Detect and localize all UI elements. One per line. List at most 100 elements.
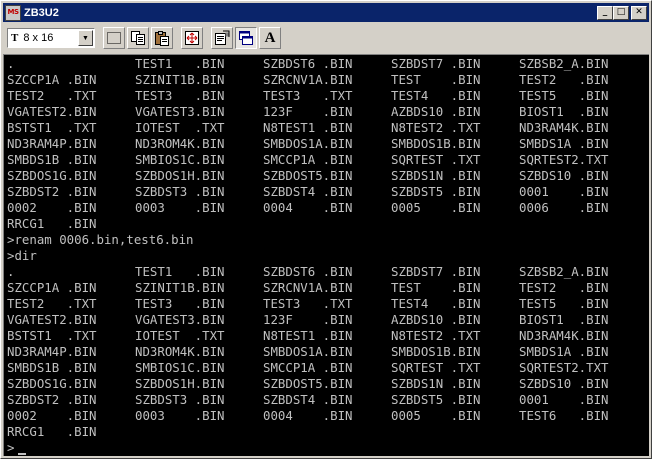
mark-button[interactable] <box>103 27 125 49</box>
console-cell: SMBDS1A .BIN <box>519 344 609 359</box>
console-cell: SMBDS1B .BIN <box>7 360 97 375</box>
console-cell: 0004 .BIN <box>263 200 353 215</box>
console-cell: TEST4 .BIN <box>391 88 481 103</box>
app-icon[interactable]: MS <box>5 4 21 21</box>
fullscreen-button[interactable] <box>181 27 203 49</box>
console-cell: SMBIOS1C.BIN <box>135 152 225 167</box>
maximize-button[interactable]: □ <box>613 5 629 20</box>
console-cell: BIOST1 .BIN <box>519 312 609 327</box>
console-cell: SZBDS1N .BIN <box>391 376 481 391</box>
console-cell: SZBSB2_A.BIN <box>519 264 609 279</box>
console-line: VGATEST2.BIN VGATEST3.BIN 123F .BIN AZBDS10… <box>7 312 647 328</box>
console-cell: IOTEST .TXT <box>135 120 225 135</box>
console-cell: >renam 0006.bin,test6.bin <box>7 232 194 247</box>
console-cell: IOTEST .TXT <box>135 328 225 343</box>
console-line: BSTST1 .TXT IOTEST .TXT N8TEST1 .BIN N8TEST… <box>7 328 647 344</box>
copy-button[interactable] <box>127 27 149 49</box>
console-cell: SZBDS10 .BIN <box>519 376 609 391</box>
console-cell: SZRCNV1A.BIN <box>263 280 353 295</box>
console-cell: 0006 .BIN <box>519 200 609 215</box>
console-cell: SQRTEST2.TXT <box>519 360 609 375</box>
console-cell: 0005 .BIN <box>391 408 481 423</box>
console-cell: SZBDST3 .BIN <box>135 184 225 199</box>
console-cell: TEST3 .TXT <box>263 88 353 103</box>
copy-icon <box>131 31 145 45</box>
console-cell: SZBDOS1H.BIN <box>135 168 225 183</box>
console-cell: SMBDOS1B.BIN <box>391 136 481 151</box>
background-button[interactable] <box>235 27 257 49</box>
console-cell: SZBDST4 .BIN <box>263 184 353 199</box>
console-cell: > <box>7 440 15 455</box>
paste-button[interactable] <box>151 27 173 49</box>
console-cell: SMBDS1A .BIN <box>519 136 609 151</box>
console-line: . TEST1 .BIN SZBDST6 .BIN SZBDST7 .BIN SZBSB… <box>7 56 647 72</box>
toolbar: T 8 x 16 ▼ A <box>3 24 649 52</box>
console-line: SZCCP1A .BIN SZINIT1B.BIN SZRCNV1A.BIN TEST… <box>7 280 647 296</box>
console-cell: ND3RAM4K.BIN <box>519 328 609 343</box>
console-cell: TEST2 .BIN <box>519 280 609 295</box>
console-cell: ND3ROM4K.BIN <box>135 344 225 359</box>
console-cell: ND3ROM4K.BIN <box>135 136 225 151</box>
console-cell: SZCCP1A .BIN <box>7 280 97 295</box>
console-line: SZBDST2 .BIN SZBDST3 .BIN SZBDST4 .BIN SZBD… <box>7 392 647 408</box>
close-button[interactable]: ✕ <box>631 5 647 20</box>
console-cell: SZBDST2 .BIN <box>7 184 97 199</box>
fullscreen-icon <box>185 31 199 45</box>
font-button[interactable]: A <box>259 27 281 49</box>
console-line: RRCG1 .BIN <box>7 424 647 440</box>
console-line: SMBDS1B .BIN SMBIOS1C.BIN SMCCP1A .BIN SQRT… <box>7 152 647 168</box>
console-cell: SZBDST7 .BIN <box>391 264 481 279</box>
console-cell: BSTST1 .TXT <box>7 120 97 135</box>
minimize-icon: _ <box>602 7 608 17</box>
console-cell: TEST6 .BIN <box>519 408 609 423</box>
console-cell: VGATEST3.BIN <box>135 104 225 119</box>
console-cell: 0001 .BIN <box>519 392 609 407</box>
chevron-down-icon[interactable]: ▼ <box>78 30 93 46</box>
console-cell: SMBDOS1A.BIN <box>263 344 353 359</box>
console-line: . TEST1 .BIN SZBDST6 .BIN SZBDST7 .BIN SZBSB… <box>7 264 647 280</box>
font-size-select[interactable]: T 8 x 16 ▼ <box>7 28 95 48</box>
console-cell: SMCCP1A .BIN <box>263 152 353 167</box>
close-icon: ✕ <box>635 7 643 17</box>
console-cell: VGATEST3.BIN <box>135 312 225 327</box>
font-size-value: 8 x 16 <box>23 32 54 44</box>
font-icon: A <box>264 29 276 46</box>
console-line: SZBDOS1G.BIN SZBDOS1H.BIN SZBDOST5.BIN SZBD… <box>7 168 647 184</box>
console-cell: SZBDOST5.BIN <box>263 376 353 391</box>
console-cell: SMBIOS1C.BIN <box>135 360 225 375</box>
console-window: MS ZB3U2 _ □ ✕ T 8 x 16 ▼ A . TEST1 .BIN… <box>0 0 652 459</box>
console-line: ND3RAM4P.BIN ND3ROM4K.BIN SMBDOS1A.BIN SMBD… <box>7 136 647 152</box>
console-cell: . <box>7 56 15 71</box>
console-line: RRCG1 .BIN <box>7 216 647 232</box>
paste-icon <box>155 31 169 46</box>
console-cell: RRCG1 .BIN <box>7 216 97 231</box>
console-cell: SZBDST2 .BIN <box>7 392 97 407</box>
console-line: > <box>7 440 647 456</box>
console-line: SZBDST2 .BIN SZBDST3 .BIN SZBDST4 .BIN SZBD… <box>7 184 647 200</box>
console-cell: SZBDST5 .BIN <box>391 392 481 407</box>
console-output[interactable]: . TEST1 .BIN SZBDST6 .BIN SZBDST7 .BIN SZBSB… <box>3 54 649 456</box>
console-cell: TEST2 .BIN <box>519 72 609 87</box>
properties-button[interactable] <box>211 27 233 49</box>
console-cell: ND3RAM4P.BIN <box>7 344 97 359</box>
console-cell: SZBDST6 .BIN <box>263 264 353 279</box>
console-cell: VGATEST2.BIN <box>7 104 97 119</box>
minimize-button[interactable]: _ <box>597 5 613 20</box>
maximize-icon: □ <box>616 7 626 17</box>
console-line: BSTST1 .TXT IOTEST .TXT N8TEST1 .BIN N8TEST… <box>7 120 647 136</box>
console-cell: 0004 .BIN <box>263 408 353 423</box>
console-cell: AZBDS10 .BIN <box>391 104 481 119</box>
console-line: VGATEST2.BIN VGATEST3.BIN 123F .BIN AZBDS10… <box>7 104 647 120</box>
console-cell: TEST1 .BIN <box>135 56 225 71</box>
console-cell: TEST2 .TXT <box>7 88 97 103</box>
console-cell: N8TEST2 .TXT <box>391 328 481 343</box>
console-cell: VGATEST2.BIN <box>7 312 97 327</box>
console-cell: SMBDOS1A.BIN <box>263 136 353 151</box>
console-cell: TEST3 .TXT <box>263 296 353 311</box>
console-cell: N8TEST1 .BIN <box>263 120 353 135</box>
console-cell: >dir <box>7 248 37 263</box>
console-cell: 0003 .BIN <box>135 200 225 215</box>
console-cell: 0001 .BIN <box>519 184 609 199</box>
console-cell: TEST4 .BIN <box>391 296 481 311</box>
title-bar[interactable]: MS ZB3U2 _ □ ✕ <box>3 3 649 22</box>
